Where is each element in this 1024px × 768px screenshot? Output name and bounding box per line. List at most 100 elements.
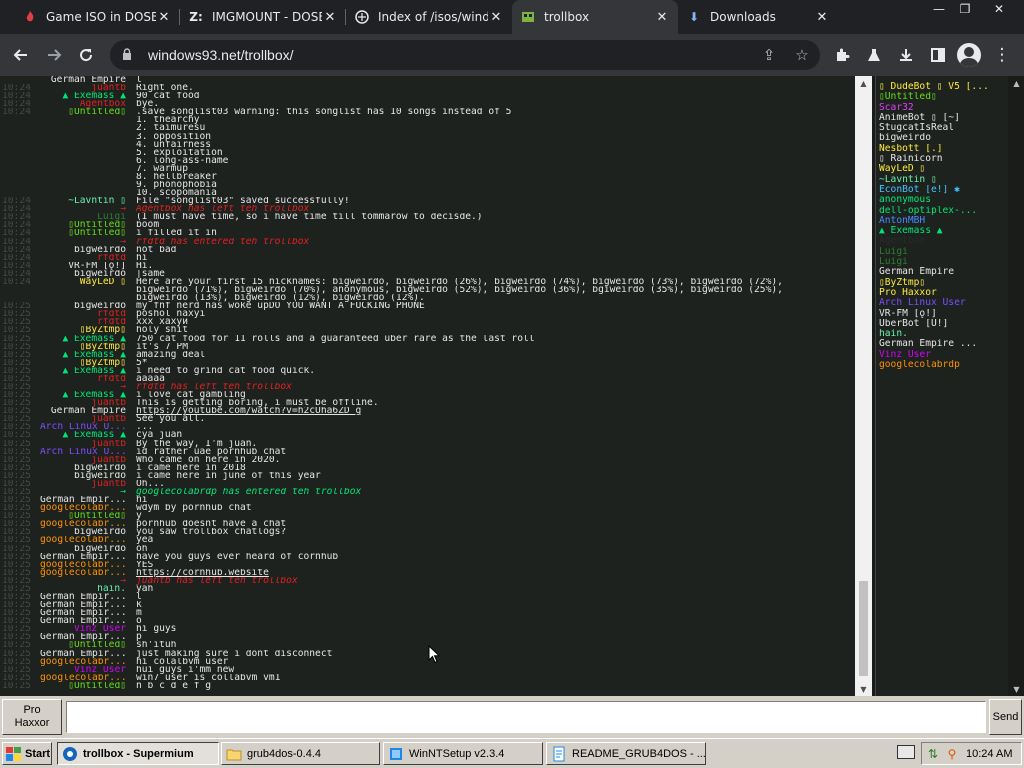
message-nickname[interactable]: hain. bbox=[40, 585, 126, 593]
message-nickname[interactable]: juantb bbox=[40, 84, 126, 92]
message-nickname[interactable]: juantb bbox=[40, 440, 126, 448]
search-icon[interactable]: ⚲ bbox=[944, 746, 960, 762]
message-nickname[interactable]: WayLeD ▯ bbox=[40, 278, 126, 286]
network-icon[interactable]: ⇅ bbox=[925, 746, 941, 762]
message-nickname[interactable]: Arch Linux U... bbox=[40, 448, 126, 456]
scroll-up-arrow-icon[interactable]: ▲ bbox=[1009, 76, 1024, 90]
message-nickname[interactable]: German Empir... bbox=[40, 496, 126, 504]
message-nickname[interactable]: German Empir... bbox=[40, 609, 126, 617]
message-nickname[interactable]: googlecolabr... bbox=[40, 674, 126, 682]
tab-game-iso[interactable]: Game ISO in DOSBo ✕ bbox=[14, 0, 180, 34]
message-nickname[interactable]: juantb bbox=[40, 456, 126, 464]
user-list-item[interactable]: German Empire bbox=[879, 267, 1008, 277]
taskbar-item-trollbox[interactable]: trollbox - Supermium bbox=[57, 742, 219, 765]
user-list-item[interactable]: Arch Linux User bbox=[879, 298, 1008, 308]
scroll-up-arrow-icon[interactable]: ▲ bbox=[855, 76, 872, 90]
message-nickname[interactable]: → bbox=[40, 488, 126, 496]
message-nickname[interactable]: → bbox=[40, 238, 126, 246]
message-nickname[interactable]: ▯Untitled▯ bbox=[40, 229, 126, 237]
scroll-down-arrow-icon[interactable]: ▼ bbox=[1009, 682, 1024, 696]
message-link[interactable]: https://cornhub.website bbox=[136, 569, 269, 577]
user-list-item[interactable]: Luigi bbox=[879, 257, 1008, 267]
user-list-item[interactable]: dell-optiplex-... bbox=[879, 206, 1008, 216]
send-button[interactable]: Send bbox=[989, 699, 1022, 735]
message-nickname[interactable]: ▯Untitled▯ bbox=[40, 221, 126, 229]
start-button[interactable]: Start bbox=[2, 742, 52, 765]
message-nickname[interactable]: German Empire bbox=[40, 76, 126, 84]
message-nickname[interactable] bbox=[40, 149, 126, 157]
message-nickname[interactable]: ▲ Exemass ▲ bbox=[40, 367, 126, 375]
message-nickname[interactable] bbox=[40, 286, 126, 294]
message-nickname[interactable]: bigweirdo bbox=[40, 246, 126, 254]
user-list-item[interactable]: ▯ DudeBot ▯ V5 [... bbox=[879, 82, 1008, 92]
message-nickname[interactable] bbox=[40, 141, 126, 149]
message-nickname[interactable] bbox=[40, 124, 126, 132]
message-nickname[interactable]: ▯Untitled▯ bbox=[40, 108, 126, 116]
user-list-item[interactable]: Pro Haxxor bbox=[879, 288, 1008, 298]
share-icon[interactable]: ⇪ bbox=[759, 45, 779, 65]
message-nickname[interactable]: bigweirdo bbox=[40, 545, 126, 553]
message-nickname[interactable]: Luigi bbox=[40, 213, 126, 221]
user-list-item[interactable]: WayLeD ▯ bbox=[879, 164, 1008, 174]
user-list-item[interactable]: UberBot [U!] bbox=[879, 319, 1008, 329]
user-list-item[interactable]: ▲ Exemass ▲ bbox=[879, 226, 1008, 236]
message-nickname[interactable] bbox=[40, 173, 126, 181]
message-nickname[interactable] bbox=[40, 165, 126, 173]
back-icon[interactable] bbox=[8, 42, 34, 68]
tab-imgmount[interactable]: Z: IMGMOUNT - DOSB ✕ bbox=[180, 0, 346, 34]
user-list-item[interactable]: Nesbott [.] bbox=[879, 144, 1008, 154]
tab-trollbox[interactable]: trollbox ✕ bbox=[512, 0, 678, 34]
message-nickname[interactable]: juantb bbox=[40, 415, 126, 423]
reload-icon[interactable] bbox=[73, 42, 99, 68]
user-list-item[interactable]: ▯ByZtmp▯ bbox=[879, 278, 1008, 288]
menu-icon[interactable]: ⋮ bbox=[989, 42, 1015, 68]
message-nickname[interactable]: googlecolabr... bbox=[40, 536, 126, 544]
message-nickname[interactable]: ▲ Exemass ▲ bbox=[40, 391, 126, 399]
user-list-item[interactable]: Luigi bbox=[879, 247, 1008, 257]
message-nickname[interactable]: Vinz User bbox=[40, 666, 126, 674]
message-nickname[interactable]: ~Lavntin ▯ bbox=[40, 197, 126, 205]
user-list-item[interactable]: German Empire ... bbox=[879, 339, 1008, 349]
user-list-item[interactable]: hain. bbox=[879, 329, 1008, 339]
scroll-thumb[interactable] bbox=[859, 581, 868, 676]
message-nickname[interactable] bbox=[40, 181, 126, 189]
message-link[interactable]: https://youtube.com/watch?v=h2cUha6ZD_g bbox=[136, 407, 361, 415]
user-list-item[interactable]: Vinz User bbox=[879, 350, 1008, 360]
close-tab-icon[interactable]: ✕ bbox=[322, 9, 338, 25]
profile-avatar-icon[interactable] bbox=[957, 43, 981, 67]
extensions-icon[interactable] bbox=[829, 42, 855, 68]
message-nickname[interactable]: googlecolabr... bbox=[40, 569, 126, 577]
message-nickname[interactable]: → bbox=[40, 383, 126, 391]
labs-flask-icon[interactable] bbox=[861, 42, 887, 68]
user-list-item[interactable]: StugcatIsReal bbox=[879, 123, 1008, 133]
nickname-button[interactable]: Pro Haxxor bbox=[2, 699, 62, 735]
page-scrollbar[interactable]: ▲ ▼ bbox=[1009, 76, 1024, 696]
clock[interactable]: 10:24 AM bbox=[966, 748, 1012, 760]
keyboard-icon[interactable] bbox=[897, 745, 915, 759]
close-tab-icon[interactable]: ✕ bbox=[488, 9, 504, 25]
message-nickname[interactable]: ▲ Exemass ▲ bbox=[40, 335, 126, 343]
address-bar[interactable]: windows93.net/trollbox/ ⇪ ☆ bbox=[110, 40, 820, 70]
close-tab-icon[interactable]: ✕ bbox=[654, 9, 670, 25]
message-nickname[interactable]: juantb bbox=[40, 399, 126, 407]
chat-scrollbar[interactable]: ▲ ▼ bbox=[855, 76, 872, 696]
close-tab-icon[interactable]: ✕ bbox=[814, 9, 830, 25]
message-nickname[interactable]: googlecolabr... bbox=[40, 504, 126, 512]
message-nickname[interactable]: rfdtd bbox=[40, 254, 126, 262]
message-nickname[interactable]: ▯Untitled▯ bbox=[40, 512, 126, 520]
message-nickname[interactable]: bigweirdo bbox=[40, 472, 126, 480]
message-nickname[interactable]: googlecolabr... bbox=[40, 658, 126, 666]
message-nickname[interactable] bbox=[40, 116, 126, 124]
message-nickname[interactable]: ▯ByZtmp▯ bbox=[40, 343, 126, 351]
message-nickname[interactable]: ▯ByZtmp▯ bbox=[40, 359, 126, 367]
bookmark-star-icon[interactable]: ☆ bbox=[792, 45, 812, 65]
message-nickname[interactable]: ▯ByZtmp▯ bbox=[40, 326, 126, 334]
close-window-icon[interactable]: ✕ bbox=[984, 0, 1014, 18]
user-list-item[interactable]: ▯ Rainicorn bbox=[879, 154, 1008, 164]
message-nickname[interactable]: German Empir... bbox=[40, 650, 126, 658]
message-nickname[interactable]: Agentbox bbox=[40, 100, 126, 108]
maximize-icon[interactable]: ❐ bbox=[950, 0, 980, 18]
user-list-item[interactable]: EconBot [e!] ✱ bbox=[879, 185, 1008, 195]
user-list-item[interactable]: ~Lavntin ▯ bbox=[879, 175, 1008, 185]
message-nickname[interactable]: German Empir... bbox=[40, 553, 126, 561]
